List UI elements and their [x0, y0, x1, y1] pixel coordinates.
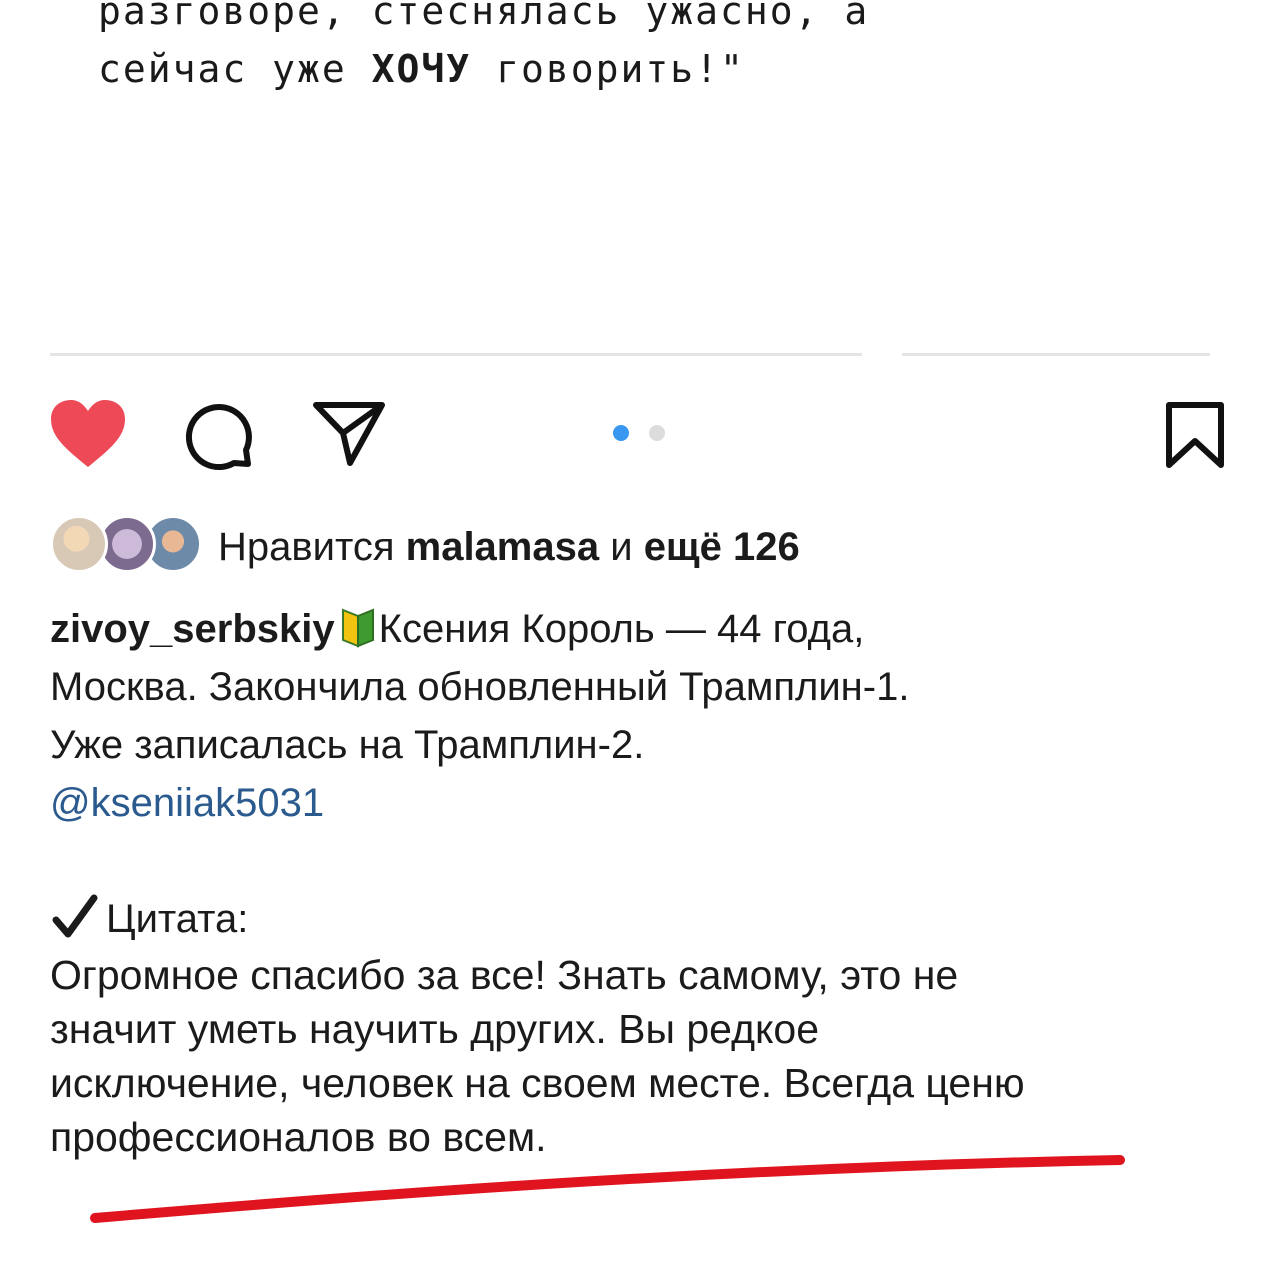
red-underline-annotation	[90, 1155, 1125, 1223]
avatar[interactable]	[50, 515, 108, 573]
